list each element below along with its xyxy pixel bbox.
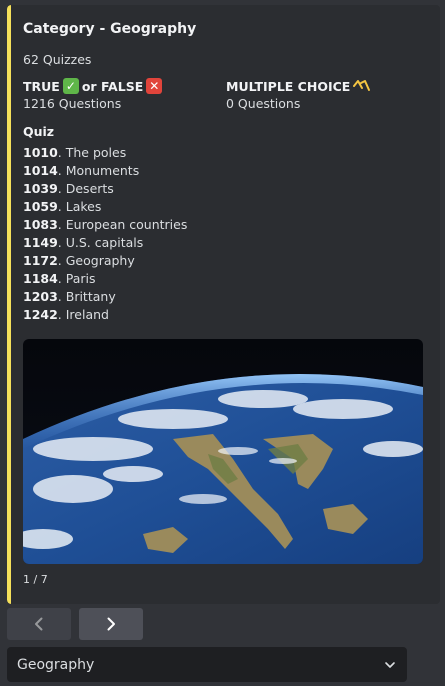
list-item: 1039. Deserts <box>23 181 114 196</box>
list-item: 1203. Brittany <box>23 289 116 304</box>
embed-title: Category - Geography <box>23 21 197 37</box>
field-name-multiple-choice: MULTIPLE CHOICE <box>226 78 351 94</box>
quiz-heading: Quiz <box>23 124 55 139</box>
list-item: 1010. The poles <box>23 145 127 160</box>
field-name-or-false: or FALSE <box>81 78 144 94</box>
true-false-question-count: 1216 Questions <box>23 96 122 111</box>
chevron-down-icon <box>385 661 395 668</box>
list-item: 1149. U.S. capitals <box>23 235 144 250</box>
field-name-true: TRUE <box>23 78 60 94</box>
list-item: 1242. Ireland <box>23 307 109 322</box>
quiz-list-section: Quiz 1010. The poles 1014. Monuments 103… <box>23 124 187 324</box>
embed-accent-bar <box>7 5 11 604</box>
cross-mark-icon: ✕ <box>146 78 163 94</box>
multiple-choice-question-count: 0 Questions <box>226 96 301 111</box>
check-mark-icon: ✓ <box>62 78 79 94</box>
previous-page-button[interactable] <box>7 608 71 640</box>
next-page-button[interactable] <box>79 608 143 640</box>
earth-image-drawing <box>23 339 423 564</box>
list-item: 1184. Paris <box>23 271 96 286</box>
page-indicator: 1 / 7 <box>23 573 48 586</box>
multiple-choice-icon <box>353 80 371 91</box>
quiz-list: 1010. The poles 1014. Monuments 1039. De… <box>23 144 187 324</box>
list-item: 1059. Lakes <box>23 199 102 214</box>
category-select-value: Geography <box>17 656 95 673</box>
chevron-left-icon <box>35 617 43 631</box>
chevron-right-icon <box>107 617 115 631</box>
list-item: 1083. European countries <box>23 217 188 232</box>
list-item: 1014. Monuments <box>23 163 140 178</box>
category-select[interactable]: Geography <box>7 647 407 682</box>
multiple-choice-field-name: MULTIPLE CHOICE <box>226 77 371 95</box>
category-embed: Category - Geography 62 Quizzes TRUE ✓ o… <box>7 5 440 604</box>
earth-from-space-image[interactable] <box>23 339 423 564</box>
true-false-field-name: TRUE ✓ or FALSE ✕ <box>23 77 163 95</box>
list-item: 1172. Geography <box>23 253 135 268</box>
multiple-choice-field: MULTIPLE CHOICE 0 Questions <box>226 77 371 111</box>
quiz-count: 62 Quizzes <box>23 52 92 67</box>
true-false-field: TRUE ✓ or FALSE ✕ 1216 Questions <box>23 77 163 111</box>
